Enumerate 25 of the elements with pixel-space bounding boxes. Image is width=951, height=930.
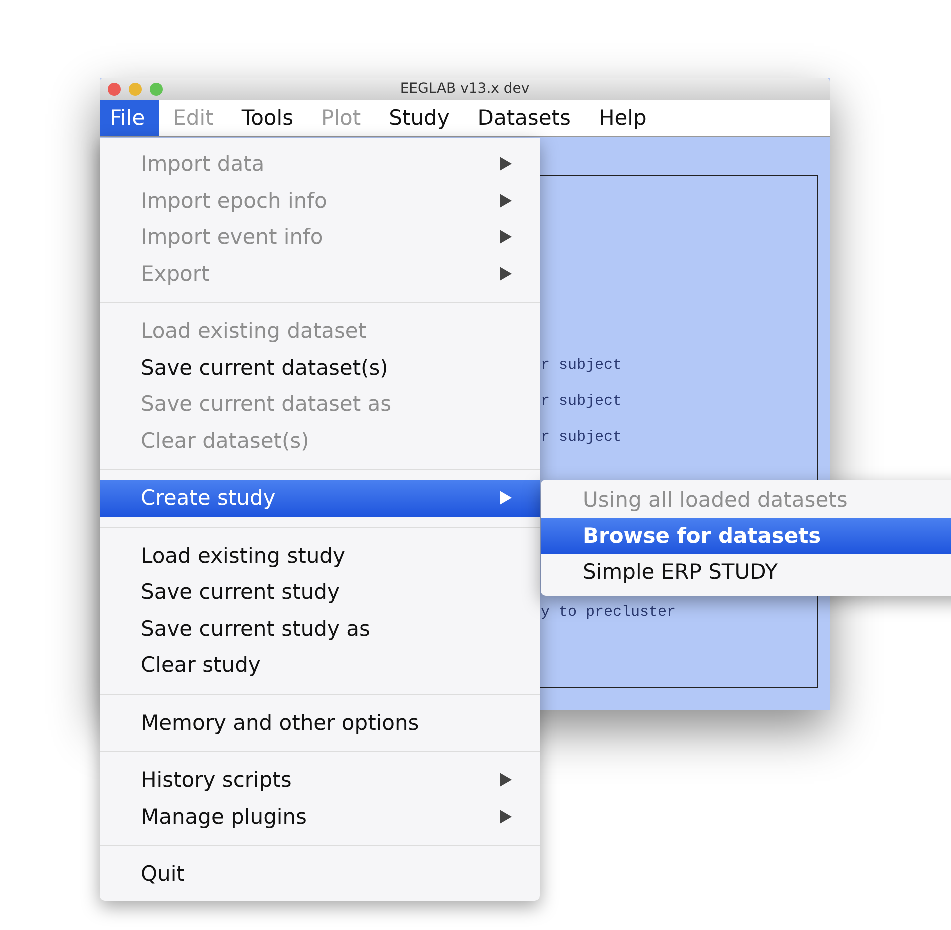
minimize-icon[interactable] [129,82,142,96]
info-text: r subject [541,392,622,411]
menu-item[interactable]: Save current study as [100,610,540,647]
menu-item[interactable]: Clear study [100,647,540,684]
menu-item[interactable]: Load existing study [100,538,540,574]
info-text: r subject [541,428,622,447]
close-icon[interactable] [108,82,121,96]
menu-item[interactable]: Browse for datasets [541,518,951,554]
menu-bar-item[interactable]: Datasets [464,100,585,136]
menu-item[interactable]: Manage plugins [100,798,540,835]
menu-item[interactable]: Save current study [100,574,540,610]
menu-item[interactable]: Create study [100,480,540,516]
menu-item[interactable]: Simple ERP STUDY [541,554,951,590]
menu-item[interactable]: Save current dataset(s) [100,350,540,386]
info-text: r subject [541,356,622,375]
info-text: y to precluster [541,603,676,622]
menu-bar-item[interactable]: Tools [228,100,308,136]
menu-bar-item[interactable]: Help [584,100,661,136]
window-title: EEGLAB v13.x dev [399,81,531,97]
menu-bar-item[interactable]: File [100,100,160,136]
menu-item[interactable]: Quit [100,856,540,892]
menu-item[interactable]: History scripts [100,762,540,798]
menu-item[interactable]: Memory and other options [100,704,540,741]
menu-bar-item[interactable]: Study [375,100,464,136]
zoom-icon[interactable] [150,82,163,96]
